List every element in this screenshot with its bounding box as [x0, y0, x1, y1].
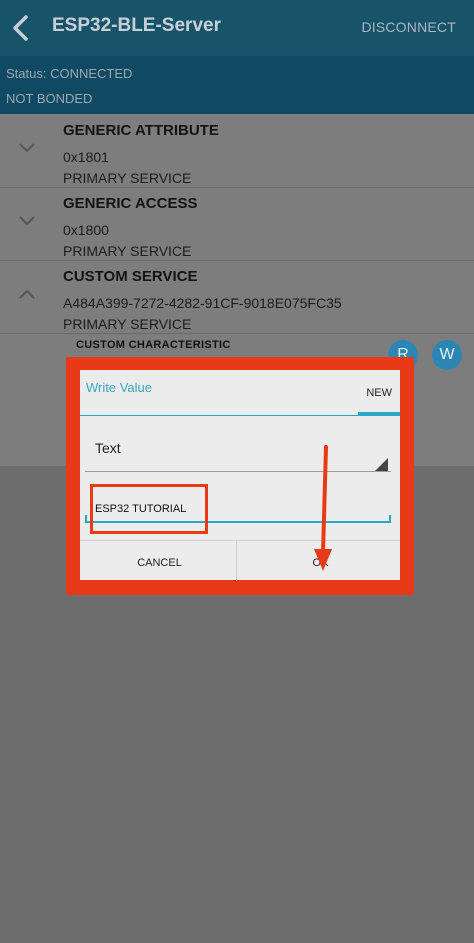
connection-status: Status: CONNECTED — [6, 66, 133, 81]
app-bar: ESP32-BLE-Server DISCONNECT — [0, 0, 474, 56]
service-item-custom-service[interactable]: CUSTOM SERVICE A484A399-7272-4282-91CF-9… — [0, 260, 474, 334]
write-value-dialog: Write Value NEW Text ESP32 TUTORIAL CANC… — [80, 370, 400, 581]
chevron-up-icon[interactable] — [18, 288, 36, 300]
service-uuid: 0x1801 — [63, 149, 109, 165]
app-title: ESP32-BLE-Server — [52, 15, 221, 36]
disconnect-button[interactable]: DISCONNECT — [361, 19, 456, 35]
format-spinner[interactable]: Text — [95, 440, 121, 456]
button-divider — [236, 541, 237, 581]
service-uuid: 0x1800 — [63, 222, 109, 238]
arrow-down-icon — [314, 445, 332, 571]
service-name: GENERIC ACCESS — [63, 195, 198, 212]
service-item-generic-attribute[interactable]: GENERIC ATTRIBUTE 0x1801 PRIMARY SERVICE — [0, 114, 474, 188]
spinner-underline — [85, 471, 391, 472]
back-icon[interactable] — [10, 14, 32, 42]
dialog-title: Write Value — [86, 380, 152, 395]
write-button[interactable]: W — [432, 340, 462, 370]
tab-new[interactable]: NEW — [366, 387, 392, 399]
service-name: CUSTOM SERVICE — [63, 268, 198, 285]
service-uuid: A484A399-7272-4282-91CF-9018E075FC35 — [63, 295, 342, 311]
service-type: PRIMARY SERVICE — [63, 170, 192, 186]
value-highlight-box — [90, 484, 208, 534]
bond-status: NOT BONDED — [6, 91, 93, 106]
service-type: PRIMARY SERVICE — [63, 316, 192, 332]
service-type: PRIMARY SERVICE — [63, 243, 192, 259]
service-item-generic-access[interactable]: GENERIC ACCESS 0x1800 PRIMARY SERVICE — [0, 187, 474, 261]
status-bar: Status: CONNECTED NOT BONDED — [0, 56, 474, 114]
dropdown-triangle-icon[interactable] — [374, 458, 388, 472]
characteristic-name: CUSTOM CHARACTERISTIC — [76, 339, 231, 351]
dialog-button-row: CANCEL OK — [80, 540, 400, 581]
service-name: GENERIC ATTRIBUTE — [63, 122, 219, 139]
chevron-down-icon[interactable] — [18, 142, 36, 154]
title-divider — [80, 415, 400, 416]
chevron-down-icon[interactable] — [18, 215, 36, 227]
cancel-button[interactable]: CANCEL — [80, 541, 239, 581]
